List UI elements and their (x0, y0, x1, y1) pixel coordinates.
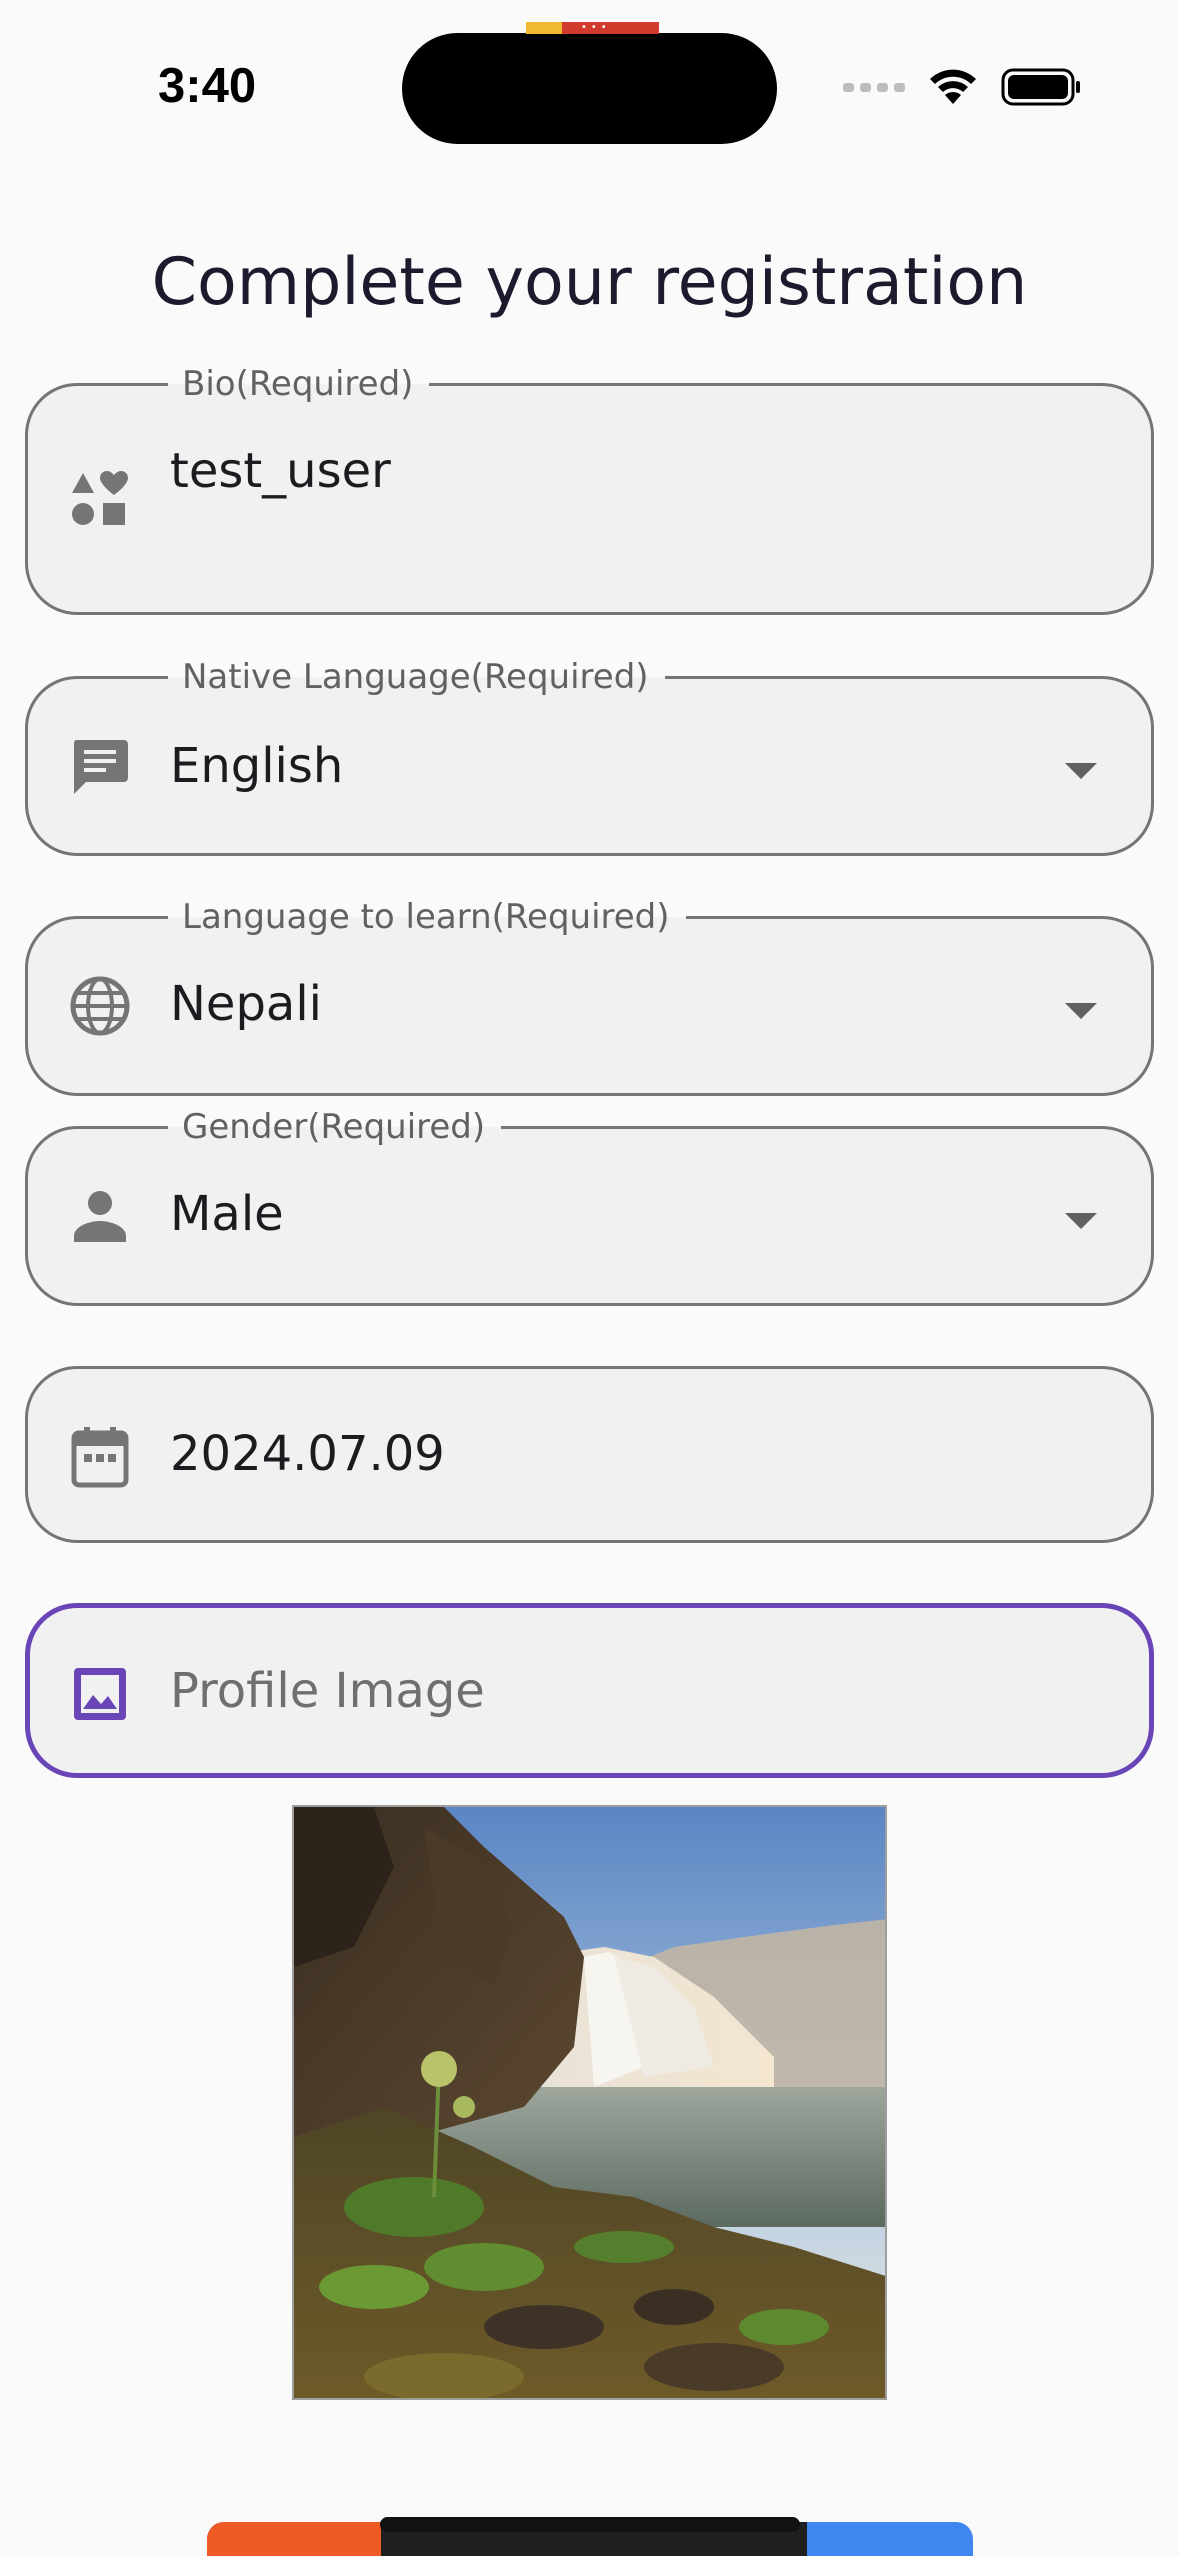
birth-date-field[interactable]: 2024.07.09 (25, 1366, 1154, 1543)
status-indicators (843, 68, 1081, 106)
recording-indicator: ••• (526, 22, 659, 34)
profile-image-field[interactable]: Profile Image (25, 1603, 1154, 1778)
message-icon (66, 732, 134, 800)
home-indicator[interactable] (380, 2517, 800, 2532)
native-language-dropdown[interactable]: Native Language(Required) English (25, 657, 1154, 856)
image-icon (66, 1660, 134, 1728)
profile-image-preview (292, 1805, 887, 2400)
language-to-learn-value: Nepali (170, 976, 322, 1032)
language-to-learn-label: Language to learn(Required) (168, 897, 686, 937)
bio-field[interactable]: Bio(Required) test_user (25, 364, 1154, 615)
native-language-value: English (170, 738, 344, 794)
chevron-down-icon[interactable] (1063, 761, 1099, 781)
person-icon (66, 1182, 134, 1250)
profile-image-placeholder: Profile Image (170, 1663, 485, 1719)
language-to-learn-dropdown[interactable]: Language to learn(Required) Nepali (25, 897, 1154, 1096)
chevron-down-icon[interactable] (1063, 1001, 1099, 1021)
globe-icon (66, 972, 134, 1040)
interests-icon (66, 465, 134, 533)
bio-field-label: Bio(Required) (168, 364, 430, 404)
gender-dropdown[interactable]: Gender(Required) Male (25, 1107, 1154, 1306)
battery-icon (1001, 68, 1080, 106)
gender-value: Male (170, 1186, 284, 1242)
page-title: Complete your registration (151, 245, 1028, 320)
calendar-icon (66, 1423, 134, 1491)
status-time: 3:40 (158, 59, 257, 113)
dynamic-island (402, 33, 777, 144)
wifi-icon (930, 69, 976, 104)
native-language-label: Native Language(Required) (168, 657, 665, 697)
chevron-down-icon[interactable] (1063, 1211, 1099, 1231)
cellular-signal-icon (843, 83, 905, 92)
gender-label: Gender(Required) (168, 1107, 502, 1147)
bio-input[interactable]: test_user (170, 441, 391, 501)
birth-date-value: 2024.07.09 (170, 1426, 445, 1482)
